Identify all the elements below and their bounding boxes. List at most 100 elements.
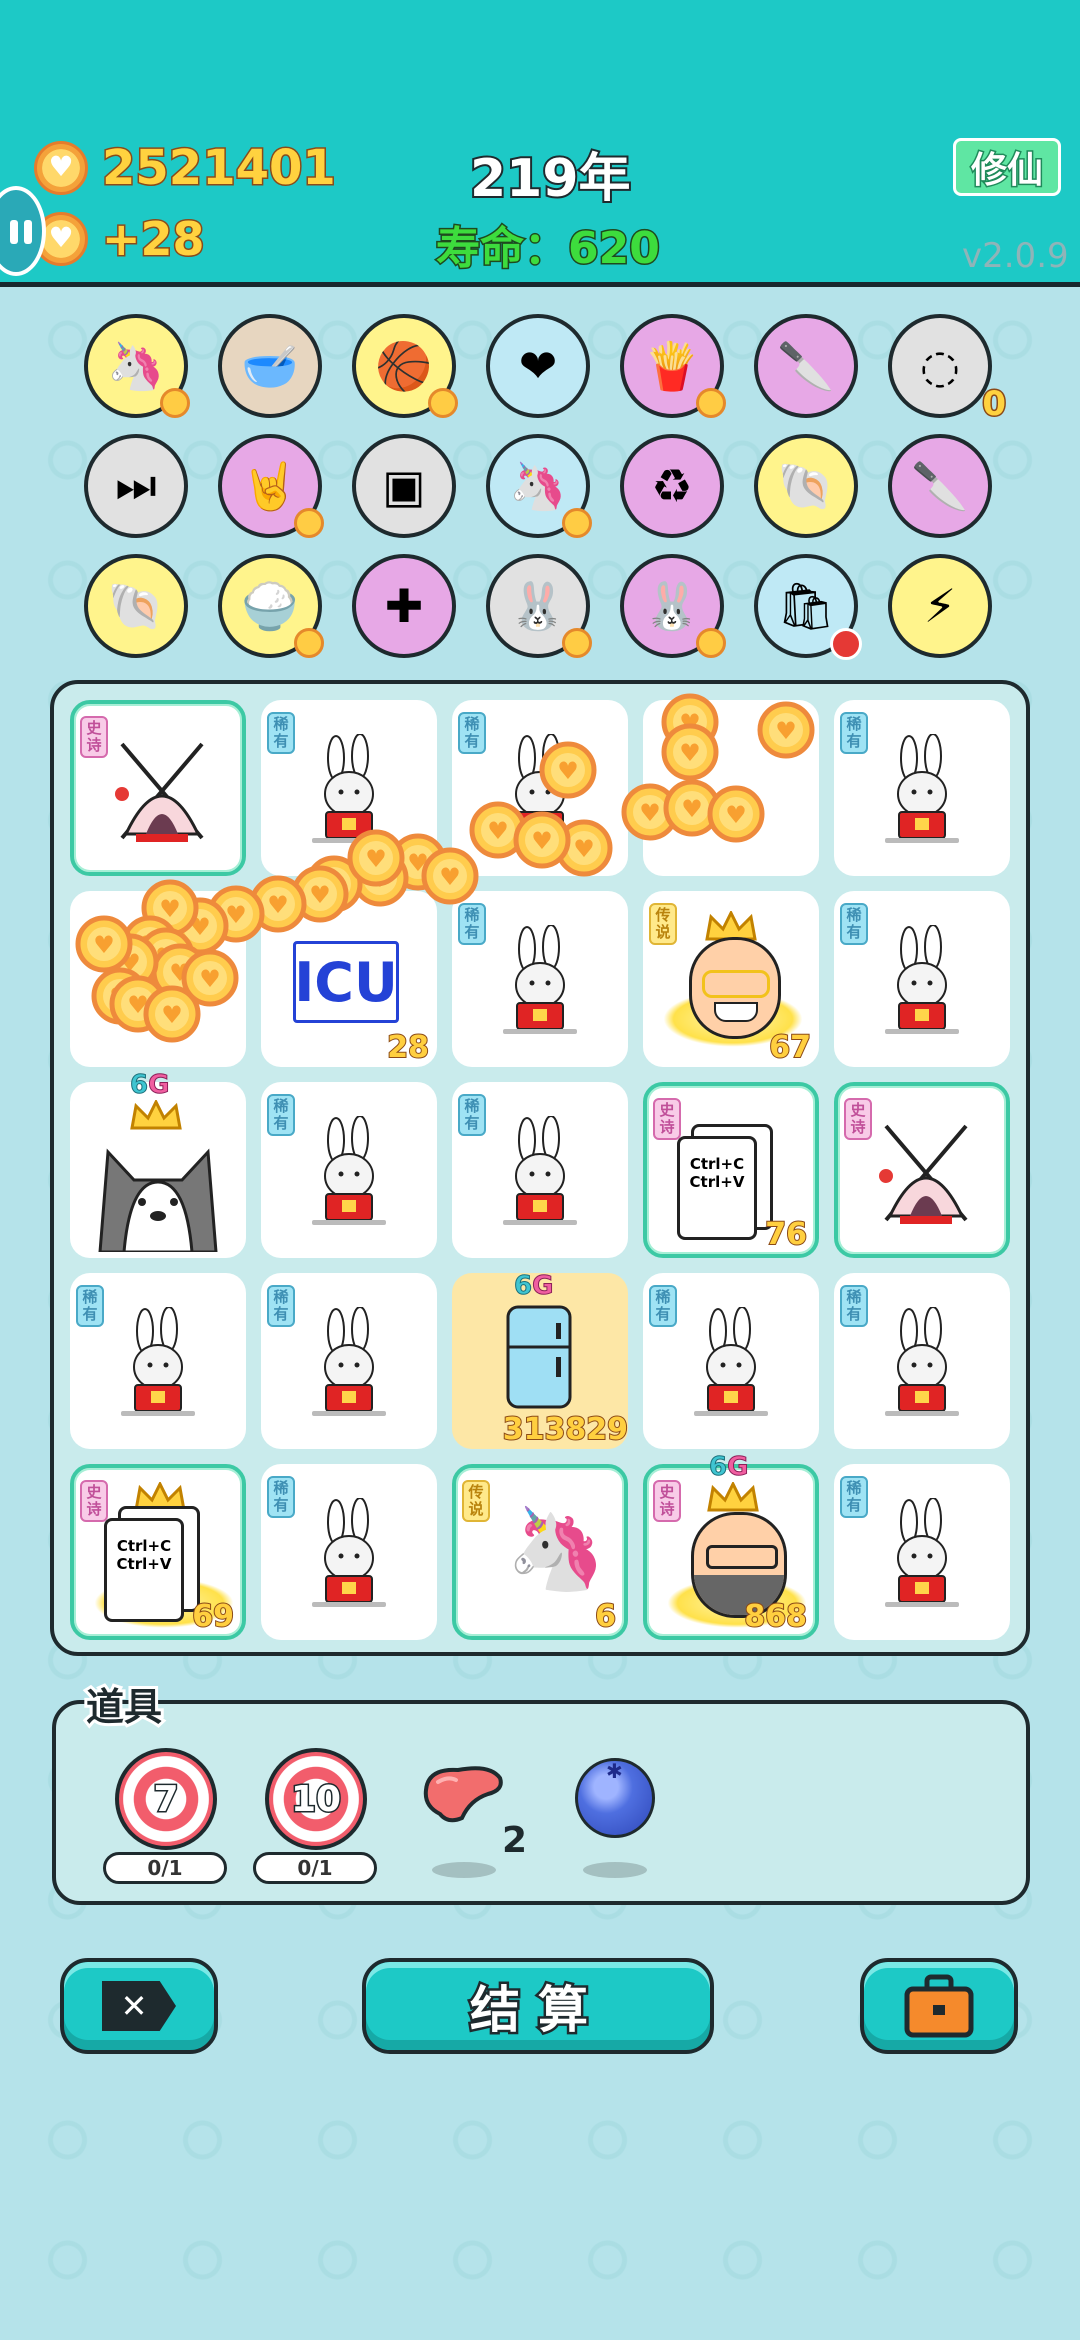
6g-label: 6G <box>513 1271 554 1302</box>
rice-bowl-icon[interactable]: 🍚 <box>218 554 324 658</box>
cleaver-icon[interactable]: 🔪 <box>888 434 992 538</box>
cell-husky[interactable]: 6G <box>70 1070 246 1258</box>
target-tool-button[interactable]: 7 <box>115 1748 217 1850</box>
unicorn-pair-icon[interactable]: 🦄 <box>486 434 592 538</box>
remove-badge-icon <box>830 628 862 660</box>
math-head-icon[interactable]: ✚ <box>352 554 456 658</box>
cell-bunny[interactable]: 稀有 <box>452 1082 628 1258</box>
cell-count: 28 <box>386 1029 430 1066</box>
rarity-tag: 稀有 <box>267 1476 295 1518</box>
cell-bunny[interactable]: 稀有 <box>261 1464 437 1640</box>
cell-bunny-house[interactable]: 史诗 <box>834 1082 1010 1258</box>
cell-count: 69 <box>191 1598 235 1635</box>
rarity-tag: 史诗 <box>844 1098 872 1140</box>
bag-button[interactable] <box>860 1958 1018 2054</box>
cell-bunny[interactable]: 稀有 <box>834 1273 1010 1449</box>
cultivate-button[interactable]: 修仙 <box>953 138 1061 196</box>
cell-boss[interactable]: 传说 67 <box>643 891 819 1067</box>
unicorn-icon: 🦄 <box>506 1502 606 1595</box>
cell-bunny[interactable]: 稀有 <box>261 1273 437 1449</box>
bunny-icon[interactable]: 🐰 <box>620 554 726 658</box>
bunny-icon <box>121 1307 195 1416</box>
cell-bunny[interactable]: 稀有 <box>261 700 437 876</box>
cell-bunny[interactable]: 稀有 <box>70 1273 246 1449</box>
rarity-tag: 史诗 <box>80 1480 108 1522</box>
egg-tray-icon[interactable]: ◌ 0 <box>888 314 1007 426</box>
cell-count: 67 <box>768 1029 812 1066</box>
bunny-icon <box>312 1116 386 1225</box>
cell-bunny[interactable]: 稀有 <box>834 1464 1010 1640</box>
cell-bearded-man[interactable]: 史诗 6G 868 <box>643 1452 819 1640</box>
rock-hand-icon[interactable]: 🤘 <box>218 434 324 538</box>
basketballs-icon[interactable]: 🏀 <box>352 314 458 418</box>
cell-count: 76 <box>764 1216 808 1253</box>
shell-icon[interactable]: 🐚 <box>754 434 858 538</box>
blueberry-icon[interactable]: ✱ <box>575 1758 655 1838</box>
cell-coins[interactable] <box>643 700 819 876</box>
rarity-tag: 史诗 <box>653 1480 681 1522</box>
cell-ctrl-copy[interactable]: 史诗 Ctrl+C Ctrl+V 76 <box>643 1082 819 1258</box>
rarity-tag: 稀有 <box>458 712 486 754</box>
boss-face-icon <box>689 937 781 1039</box>
lifespan-counter: 寿命：620 <box>435 222 662 276</box>
pause-icon <box>24 220 32 244</box>
close-icon: ✕ <box>102 1981 176 2031</box>
shell-icon[interactable]: 🐚 <box>84 554 188 658</box>
heart-badge-icon <box>696 628 726 658</box>
rarity-tag: 传说 <box>649 903 677 945</box>
cell-icu[interactable]: ICU 28 <box>261 891 437 1067</box>
cell-fridge[interactable]: 6G 313829 <box>452 1271 629 1449</box>
item-shadow <box>432 1862 496 1878</box>
briefcase-icon <box>904 1974 974 2038</box>
unicorn-icon[interactable]: 🦄 <box>84 314 190 418</box>
coin-icon <box>34 141 88 195</box>
rarity-tag: 稀有 <box>840 903 868 945</box>
liver-icon[interactable] <box>418 1760 508 1830</box>
cell-bunny[interactable]: 稀有 <box>834 891 1010 1067</box>
rarity-tag: 稀有 <box>840 1476 868 1518</box>
coin-total: 2521401 <box>101 139 338 198</box>
fries-icon[interactable]: 🍟 <box>620 314 726 418</box>
rarity-tag: 稀有 <box>458 1094 486 1136</box>
heart-sign-icon[interactable]: ❤ <box>486 314 590 418</box>
heart-badge-icon <box>294 508 324 538</box>
cleaver-icon[interactable]: 🔪 <box>754 314 858 418</box>
bunny-icon[interactable]: 🐰 <box>486 554 592 658</box>
rarity-tag: 稀有 <box>267 712 295 754</box>
lightning-icon[interactable]: ⚡ <box>888 554 992 658</box>
skip-icon[interactable]: ⏭ <box>84 434 188 538</box>
recycle-icon[interactable]: ♻ <box>620 434 724 538</box>
cell-bunny[interactable]: 稀有 <box>834 700 1010 876</box>
target-tool-uses: 0/1 <box>253 1852 377 1884</box>
cell-bunny[interactable]: 稀有 <box>643 1273 819 1449</box>
bunny-icon <box>503 1116 577 1225</box>
rarity-tag: 稀有 <box>458 903 486 945</box>
cell-unicorn[interactable]: 传说 🦄 6 <box>452 1464 628 1640</box>
cell-bunny[interactable]: 稀有 <box>452 891 628 1067</box>
exit-button[interactable]: ✕ <box>60 1958 218 2054</box>
time-magazine-icon[interactable]: ▣ <box>352 434 456 538</box>
rarity-tag: 传说 <box>462 1480 490 1522</box>
bunny-icon <box>312 734 386 843</box>
ctrl-card-icon: Ctrl+C Ctrl+V <box>677 1136 757 1240</box>
cell-coins[interactable] <box>70 891 246 1067</box>
bunny-icon <box>694 1307 768 1416</box>
cell-bunny-house[interactable]: 史诗 <box>70 700 246 876</box>
heart-badge-icon <box>294 628 324 658</box>
bunny-icon <box>312 1498 386 1607</box>
dog-bowl-icon[interactable]: 🥣 <box>218 314 322 418</box>
heart-badge-icon <box>562 628 592 658</box>
target-tool-button[interactable]: 10 <box>265 1748 367 1850</box>
bunny-icon <box>885 1498 959 1607</box>
bunny-icon <box>312 1307 386 1416</box>
settle-button[interactable]: 结算 <box>362 1958 714 2054</box>
trash-bag-icon[interactable]: 🛍 <box>754 554 862 660</box>
pause-button[interactable] <box>0 186 46 276</box>
cell-count: 6 <box>594 1598 617 1635</box>
rarity-tag: 稀有 <box>76 1285 104 1327</box>
cell-ctrl-copy[interactable]: 史诗 Ctrl+C Ctrl+V 69 <box>70 1464 246 1640</box>
cell-bunny[interactable]: 稀有 <box>452 700 628 876</box>
heart-badge-icon <box>562 508 592 538</box>
cell-bunny[interactable]: 稀有 <box>261 1082 437 1258</box>
target-tool-value: 10 <box>289 1777 342 1821</box>
